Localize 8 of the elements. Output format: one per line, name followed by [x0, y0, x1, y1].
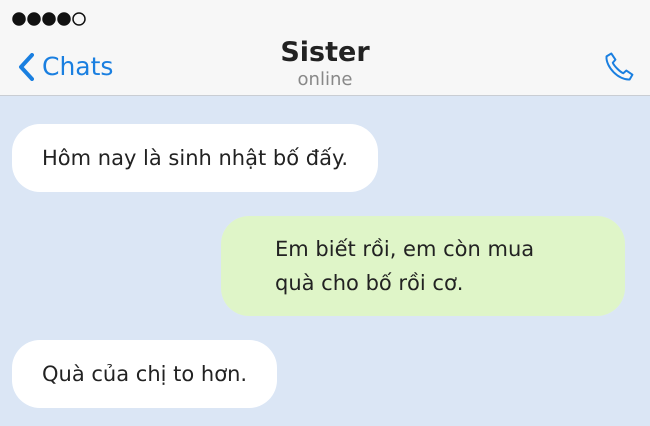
back-button[interactable]: Chats [18, 52, 114, 81]
back-chevron-icon [18, 52, 34, 80]
sent-message: Em biết rồi, em còn mua quà cho bố rồi cơ. [221, 216, 625, 316]
contact-name: Sister [280, 36, 370, 70]
received-message: Quà của chị to hơn. [12, 340, 278, 408]
signal-icon [12, 12, 86, 26]
contact-status: online [298, 70, 352, 90]
received-message: Hôm nay là sinh nhật bố đấy. [12, 124, 378, 192]
